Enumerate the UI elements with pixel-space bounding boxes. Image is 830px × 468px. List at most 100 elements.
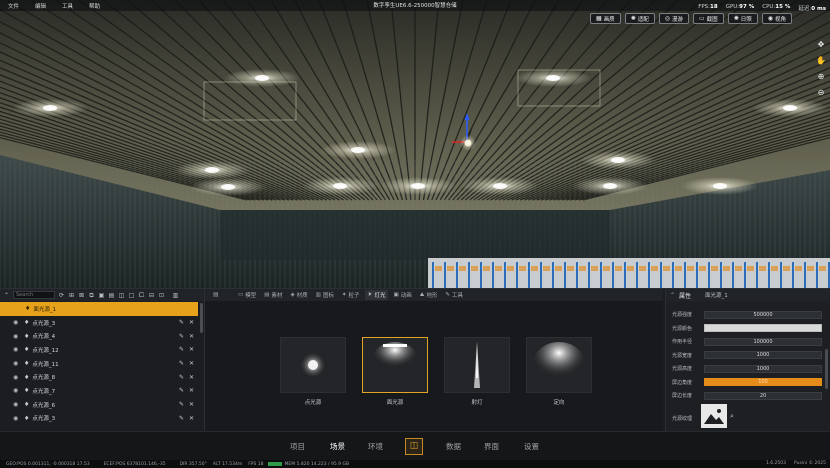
lock-icon[interactable]: ▤ [108,292,115,299]
asset-tab-2[interactable]: ◈ 材质 [287,290,310,300]
property-value-field[interactable]: 500000 [704,310,822,319]
visibility-icon[interactable]: ◉ [13,333,18,340]
copy-icon[interactable]: ⧉ [88,292,95,299]
render-mode-bar: ▦ 画质 ✺ 适配 ◎ 漫游 ▭ 截图 ✺ 日照 ◉ 视角 [590,13,792,24]
nav-item-3[interactable]: 数据 [446,441,461,452]
property-value-field[interactable]: 100000 [704,337,822,346]
visibility-icon[interactable]: ◉ [13,360,18,367]
outliner-row[interactable]: ♦ 面光源_1 [0,302,198,316]
outliner-row[interactable]: ◉ ♦ 点光源_8 ✎ ✕ [0,370,198,384]
delete-icon[interactable]: ▥ [172,292,179,299]
close-icon[interactable]: ✕ [189,374,194,381]
close-icon[interactable]: ✕ [189,387,194,394]
outliner-row[interactable]: ◉ ♦ 点光源_12 ✎ ✕ [0,343,198,357]
collapse-icon[interactable]: ⌃ [670,292,675,299]
color-swatch[interactable] [704,324,822,332]
sort-icon[interactable]: ⊡ [158,292,165,299]
asset-tab-6[interactable]: ▣ 动画 [390,290,414,300]
select-icon[interactable]: □ [128,292,135,299]
close-icon[interactable]: ✕ [189,360,194,367]
texture-picker[interactable] [701,404,727,428]
mode-button-3[interactable]: ▭ 截图 [693,13,724,24]
asset-card-spot[interactable] [444,337,510,393]
search-icon[interactable]: ⌕ [730,412,734,421]
nav-item-2[interactable]: 环境 [368,441,383,452]
edit-icon[interactable]: ✎ [179,346,184,353]
menu-item-2[interactable]: 工具 [62,2,73,10]
close-icon[interactable]: ✕ [189,415,194,422]
properties-scrollbar[interactable] [825,349,828,389]
mode-button-1[interactable]: ✺ 适配 [624,13,655,24]
hide-icon[interactable]: ◫ [118,292,125,299]
pan-hand-icon[interactable]: ✋ [816,56,826,66]
asset-tab-7[interactable]: ⛰ 地形 [417,290,441,300]
outliner-row[interactable]: ◉ ♦ 点光源_11 ✎ ✕ [0,357,198,371]
outliner-row[interactable]: ◉ ♦ 点光源_3 ✎ ✕ [0,316,198,330]
asset-card-label: 射灯 [471,400,483,406]
asset-tab-1[interactable]: ▤ 素材 [261,290,285,300]
property-value-field[interactable]: 20 [704,391,822,400]
close-icon[interactable]: ✕ [189,346,194,353]
outliner-row[interactable]: ◉ ♦ 点光源_4 ✎ ✕ [0,329,198,343]
visibility-icon[interactable]: ◉ [13,387,18,394]
property-value-field[interactable]: 100 [704,378,822,386]
edit-icon[interactable]: ✎ [179,333,184,340]
asset-tab-5[interactable]: ☀ 灯光 [364,290,389,300]
edit-icon[interactable]: ✎ [179,415,184,422]
outliner-scrollbar[interactable] [200,303,203,333]
zoom-in-icon[interactable]: ⊕ [816,72,826,82]
outliner-row[interactable]: ◉ ♦ 点光源_7 ✎ ✕ [0,384,198,398]
close-icon[interactable]: ✕ [189,333,194,340]
property-value-field[interactable]: 1000 [704,351,822,359]
visibility-icon[interactable]: ◉ [13,401,18,408]
menu-item-0[interactable]: 文件 [8,2,19,10]
property-row: 光源宽度 1000 [672,351,822,360]
nav-item-4[interactable]: 界面 [484,441,499,452]
asset-card-directional[interactable] [526,337,592,393]
mode-button-4[interactable]: ✺ 日照 [727,13,758,24]
menu-item-3[interactable]: 帮助 [89,2,100,10]
asset-tab-label: 材质 [296,293,308,299]
menu-item-1[interactable]: 编辑 [35,2,46,10]
search-input[interactable] [13,291,55,299]
close-icon[interactable]: ✕ [189,401,194,408]
mode-button-2[interactable]: ◎ 漫游 [658,13,689,24]
visibility-icon[interactable]: ◉ [13,319,18,326]
ungroup-icon[interactable]: ⊠ [78,292,85,299]
edit-icon[interactable]: ✎ [179,387,184,394]
property-label: 屏边角度 [672,379,693,386]
visibility-icon[interactable]: ◉ [13,374,18,381]
zoom-out-icon[interactable]: ⊖ [816,88,826,98]
folder-icon[interactable]: ▣ [98,292,105,299]
nav-item-1[interactable]: 场景 [330,441,345,452]
asset-card-rect[interactable] [362,337,428,393]
3d-viewport[interactable]: 文件 编辑 工具 帮助 数字孪生UE6.6-250000智慧仓储 FPS:18 GPU:… [0,0,830,288]
edit-icon[interactable]: ✎ [179,374,184,381]
outliner-row[interactable]: ◉ ♦ 点光源_3 ✎ ✕ [0,412,198,426]
asset-tab-4[interactable]: ✦ 粒子 [339,290,363,300]
mode-button-0[interactable]: ▦ 画质 [590,13,621,24]
close-icon[interactable]: ✕ [189,319,194,326]
mode-button-5[interactable]: ◉ 视角 [761,13,792,24]
nav-item-0[interactable]: 项目 [290,441,305,452]
asset-tab-8[interactable]: ✎ 工具 [442,290,466,300]
move-icon[interactable]: ✥ [816,40,826,50]
app-logo-icon[interactable]: ◫ [405,438,423,455]
edit-icon[interactable]: ✎ [179,401,184,408]
outliner-row[interactable]: ◉ ♦ 点光源_6 ✎ ✕ [0,398,198,412]
refresh-icon[interactable]: ⟳ [58,292,65,299]
asset-card-point[interactable] [280,337,346,393]
group-icon[interactable]: ⊞ [68,292,75,299]
asset-tab-3[interactable]: ▥ 图标 [313,290,337,300]
panel-toggle-icon[interactable]: ▤ [213,291,219,298]
filter-icon[interactable]: ⊟ [148,292,155,299]
asset-tab-0[interactable]: ▭ 模型 [235,290,259,300]
visibility-icon[interactable]: ◉ [13,415,18,422]
nav-item-5[interactable]: 设置 [524,441,539,452]
edit-icon[interactable]: ✎ [179,360,184,367]
layout-icon[interactable]: ⧠ [138,292,145,299]
edit-icon[interactable]: ✎ [179,319,184,326]
property-value-field[interactable]: 1000 [704,364,822,373]
collapse-icon[interactable]: ⌃ [3,292,10,299]
visibility-icon[interactable]: ◉ [13,346,18,353]
